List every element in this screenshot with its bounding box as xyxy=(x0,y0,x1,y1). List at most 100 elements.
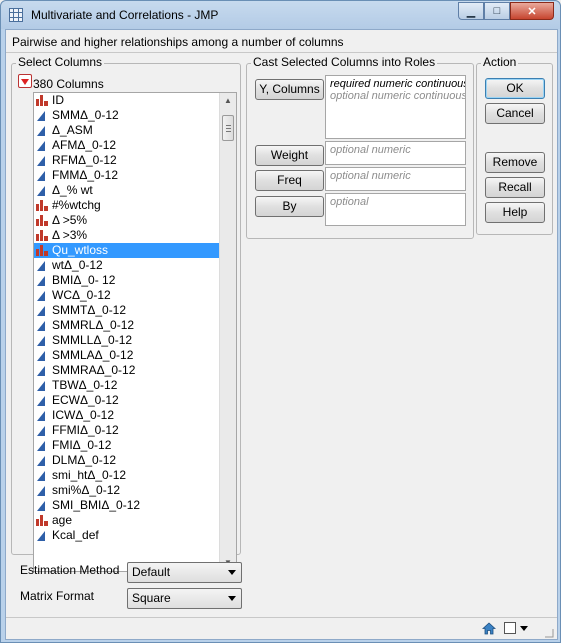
freq-slot[interactable]: optional numeric xyxy=(325,167,466,191)
column-name: #%wtchg xyxy=(52,198,101,212)
column-list-item[interactable]: WCΔ_0-12 xyxy=(34,288,219,303)
column-list-item[interactable]: SMMLAΔ_0-12 xyxy=(34,348,219,363)
column-list-item[interactable]: age xyxy=(34,513,219,528)
resize-grip-icon[interactable] xyxy=(544,627,554,638)
column-list-item[interactable]: SMMRLΔ_0-12 xyxy=(34,318,219,333)
continuous-triangle-icon xyxy=(37,501,45,511)
chevron-down-icon[interactable] xyxy=(520,626,528,631)
freq-hint: optional numeric xyxy=(330,170,411,182)
column-list-item[interactable]: smi_htΔ_0-12 xyxy=(34,468,219,483)
column-list-item[interactable]: FMIΔ_0-12 xyxy=(34,438,219,453)
continuous-triangle-icon xyxy=(37,321,45,331)
continuous-triangle-icon xyxy=(37,426,45,436)
column-name: TBWΔ_0-12 xyxy=(52,378,118,392)
y-columns-button[interactable]: Y, Columns xyxy=(255,79,324,100)
by-slot[interactable]: optional xyxy=(325,193,466,226)
by-button[interactable]: By xyxy=(255,196,324,217)
continuous-triangle-icon xyxy=(37,306,45,316)
estimation-method-value: Default xyxy=(132,565,171,579)
continuous-triangle-icon xyxy=(37,441,45,451)
column-list-item[interactable]: Kcal_def xyxy=(34,528,219,543)
column-name: SMMRAΔ_0-12 xyxy=(52,363,136,377)
continuous-triangle-icon xyxy=(37,111,45,121)
close-button[interactable]: ✕ xyxy=(510,2,554,20)
column-list-item[interactable]: Δ >3% xyxy=(34,228,219,243)
y-required-hint: required numeric continuous xyxy=(330,78,466,90)
cancel-button[interactable]: Cancel xyxy=(485,103,545,124)
dialog-client: Pairwise and higher relationships among … xyxy=(5,29,558,640)
chevron-down-icon xyxy=(228,596,236,601)
column-name: wtΔ_0-12 xyxy=(52,258,103,272)
column-list-item[interactable]: BMIΔ_0- 12 xyxy=(34,273,219,288)
column-list-item[interactable]: SMI_BMIΔ_0-12 xyxy=(34,498,219,513)
column-name: AFMΔ_0-12 xyxy=(52,138,117,152)
column-name: SMMLAΔ_0-12 xyxy=(52,348,134,362)
weight-hint: optional numeric xyxy=(330,144,411,156)
matrix-format-value: Square xyxy=(132,591,171,605)
column-list-item[interactable]: SMMTΔ_0-12 xyxy=(34,303,219,318)
column-name: SMMTΔ_0-12 xyxy=(52,303,127,317)
column-list-item[interactable]: Δ >5% xyxy=(34,213,219,228)
jmp-grid-icon xyxy=(9,8,23,22)
scroll-up-arrow[interactable]: ▲ xyxy=(220,93,236,109)
weight-slot[interactable]: optional numeric xyxy=(325,141,466,165)
scroll-thumb[interactable] xyxy=(222,115,234,141)
ok-button[interactable]: OK xyxy=(485,78,545,99)
column-name: ICWΔ_0-12 xyxy=(52,408,115,422)
column-name: WCΔ_0-12 xyxy=(52,288,111,302)
continuous-triangle-icon xyxy=(37,366,45,376)
continuous-triangle-icon xyxy=(37,276,45,286)
maximize-icon: □ xyxy=(493,5,501,17)
column-list-item[interactable]: Δ_ASM xyxy=(34,123,219,138)
continuous-triangle-icon xyxy=(37,381,45,391)
vertical-scrollbar[interactable]: ▲ ▼ xyxy=(219,93,236,571)
column-list-item[interactable]: SMMLLΔ_0-12 xyxy=(34,333,219,348)
title-bar[interactable]: Multivariate and Correlations - JMP ▁ □ … xyxy=(1,1,560,29)
minimize-button[interactable]: ▁ xyxy=(458,2,484,20)
nominal-bar-icon xyxy=(36,515,48,526)
column-name: ECWΔ_0-12 xyxy=(52,393,119,407)
column-list-item[interactable]: AFMΔ_0-12 xyxy=(34,138,219,153)
column-list-item[interactable]: ID xyxy=(34,93,219,108)
column-listbox[interactable]: ID SMMΔ_0-12 Δ_ASM AFMΔ_0-12 RFMΔ_0-12 FMMΔ_0… xyxy=(33,92,237,572)
window-title: Multivariate and Correlations - JMP xyxy=(31,8,219,22)
column-list-item[interactable]: wtΔ_0-12 xyxy=(34,258,219,273)
maximize-button[interactable]: □ xyxy=(484,2,510,20)
column-list-item[interactable]: SMMRAΔ_0-12 xyxy=(34,363,219,378)
column-name: FMMΔ_0-12 xyxy=(52,168,119,182)
help-button[interactable]: Help xyxy=(485,202,545,223)
column-name: DLMΔ_0-12 xyxy=(52,453,117,467)
column-list-item[interactable]: Δ_% wt xyxy=(34,183,219,198)
column-name: SMMΔ_0-12 xyxy=(52,108,119,122)
column-list-item[interactable]: ICWΔ_0-12 xyxy=(34,408,219,423)
freq-button[interactable]: Freq xyxy=(255,170,324,191)
column-list-item[interactable]: FMMΔ_0-12 xyxy=(34,168,219,183)
continuous-triangle-icon xyxy=(37,396,45,406)
remove-button[interactable]: Remove xyxy=(485,152,545,173)
recall-button[interactable]: Recall xyxy=(485,177,545,198)
continuous-triangle-icon xyxy=(37,471,45,481)
y-columns-slot[interactable]: required numeric continuous optional num… xyxy=(325,75,466,139)
column-list-item[interactable]: SMMΔ_0-12 xyxy=(34,108,219,123)
column-list-item[interactable]: #%wtchg xyxy=(34,198,219,213)
column-name: ID xyxy=(52,93,64,107)
estimation-method-select[interactable]: Default xyxy=(127,562,242,583)
column-list-item[interactable]: DLMΔ_0-12 xyxy=(34,453,219,468)
column-name: FMIΔ_0-12 xyxy=(52,438,112,452)
window-list-icon[interactable] xyxy=(504,622,516,634)
column-list-item[interactable]: RFMΔ_0-12 xyxy=(34,153,219,168)
chevron-down-icon xyxy=(228,570,236,575)
column-list-item[interactable]: ECWΔ_0-12 xyxy=(34,393,219,408)
column-list-item[interactable]: Qu_wtloss xyxy=(34,243,219,258)
matrix-format-label: Matrix Format xyxy=(20,589,95,603)
dialog-window: Multivariate and Correlations - JMP ▁ □ … xyxy=(0,0,561,643)
column-list-item[interactable]: TBWΔ_0-12 xyxy=(34,378,219,393)
matrix-format-select[interactable]: Square xyxy=(127,588,242,609)
home-icon[interactable] xyxy=(482,622,496,635)
column-list: ID SMMΔ_0-12 Δ_ASM AFMΔ_0-12 RFMΔ_0-12 FMMΔ_0… xyxy=(34,93,219,543)
column-list-item[interactable]: FFMIΔ_0-12 xyxy=(34,423,219,438)
column-name: Kcal_def xyxy=(52,528,99,542)
columns-menu-button[interactable] xyxy=(18,74,32,88)
weight-button[interactable]: Weight xyxy=(255,145,324,166)
column-list-item[interactable]: smi%Δ_0-12 xyxy=(34,483,219,498)
